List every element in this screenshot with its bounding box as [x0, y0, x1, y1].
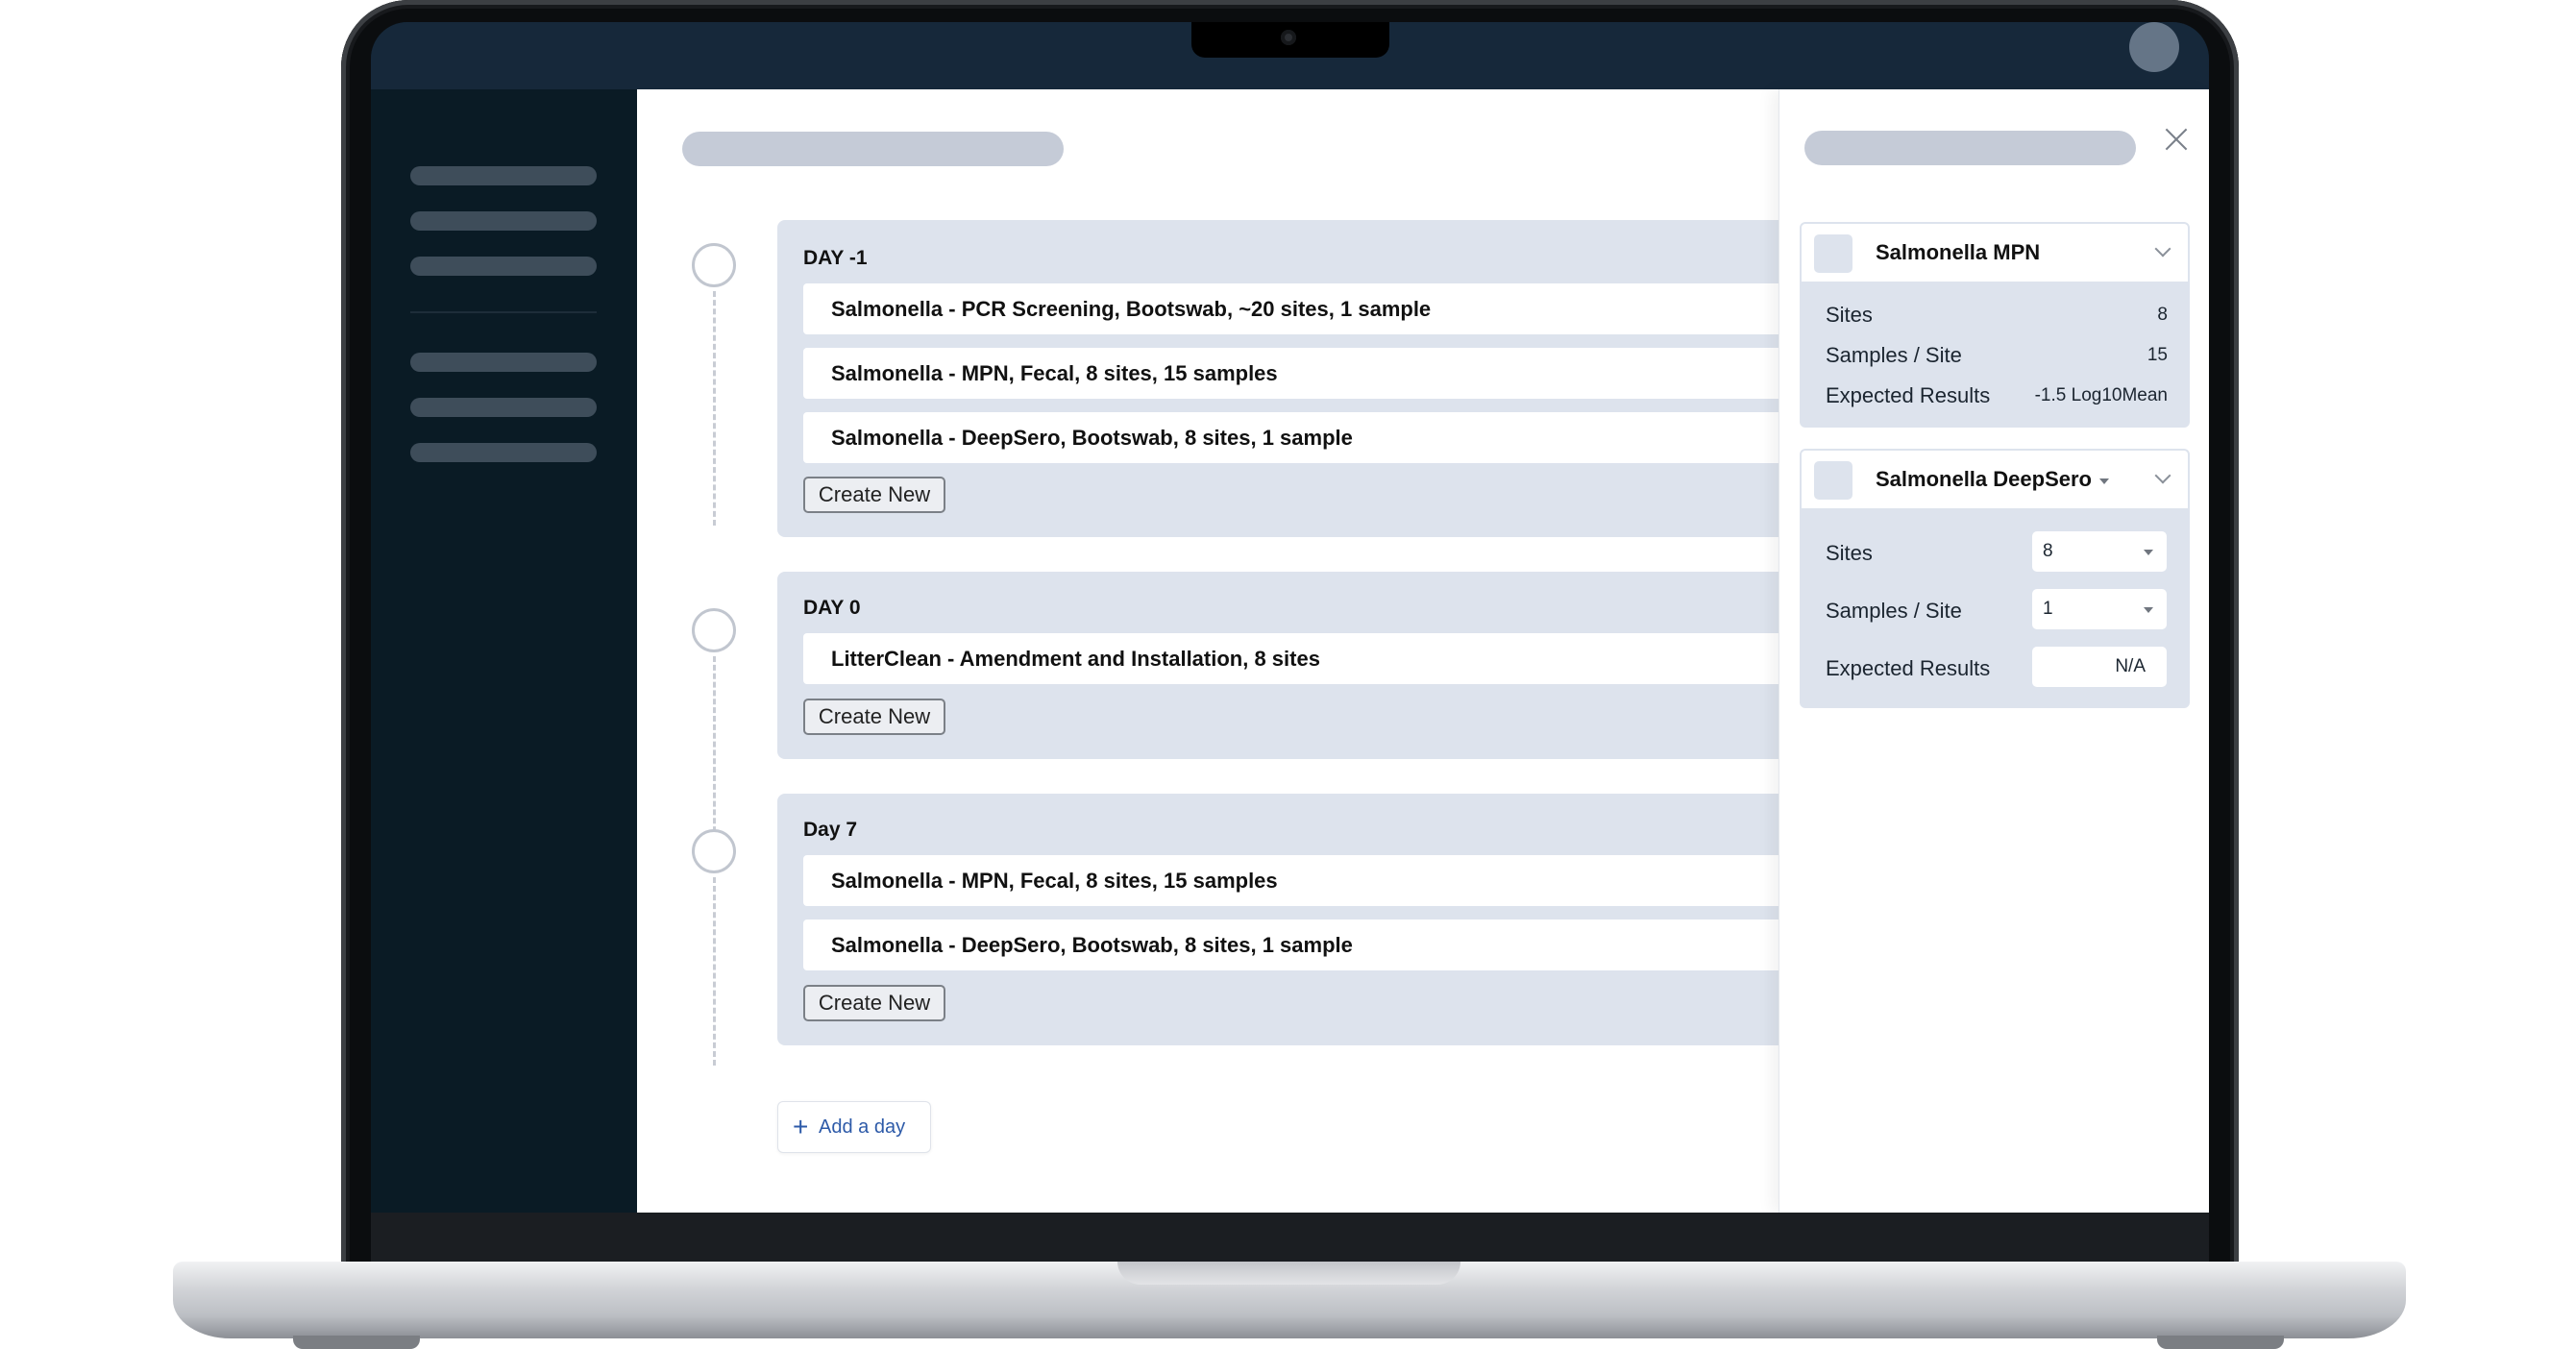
- sites-select-value: 8: [2043, 541, 2053, 561]
- detail-panel: Salmonella MPN Sites 8 Samples / Site 15…: [1779, 89, 2209, 1213]
- timeline-marker: [692, 829, 736, 873]
- plus-icon: +: [793, 1112, 809, 1141]
- sites-label: Sites: [1826, 303, 1873, 327]
- results-label: Expected Results: [1826, 383, 1991, 407]
- results-value: -1.5 Log10Mean: [2034, 385, 2168, 405]
- day-card: DAY -1 Salmonella - PCR Screening, Boots…: [777, 220, 1863, 537]
- assay-thumbnail: [1814, 461, 1852, 500]
- laptop-foot: [293, 1336, 420, 1349]
- sidebar-item-placeholder[interactable]: [410, 211, 597, 231]
- task-row[interactable]: LitterClean - Amendment and Installation…: [803, 633, 1863, 684]
- section-header[interactable]: Salmonella DeepSero: [1802, 451, 2188, 508]
- camera-icon: [1281, 30, 1296, 45]
- sidebar-divider: [410, 311, 597, 313]
- add-day-label: Add a day: [819, 1116, 906, 1138]
- sites-value: 8: [2157, 305, 2168, 325]
- task-row[interactable]: Salmonella - DeepSero, Bootswab, 8 sites…: [803, 920, 1863, 970]
- samples-value: 15: [2147, 345, 2168, 365]
- assay-section: Salmonella DeepSero Sites 8 Samples / Si…: [1800, 449, 2190, 708]
- sidebar-item-placeholder[interactable]: [410, 398, 597, 417]
- timeline-marker: [692, 243, 736, 287]
- laptop-screen: DAY -1 Salmonella - PCR Screening, Boots…: [371, 22, 2209, 1213]
- sites-label: Sites: [1826, 541, 1873, 565]
- samples-label: Samples / Site: [1826, 343, 1962, 367]
- task-row[interactable]: Salmonella - PCR Screening, Bootswab, ~2…: [803, 283, 1863, 334]
- chevron-down-icon[interactable]: [2154, 467, 2171, 484]
- section-title: Salmonella DeepSero: [1876, 467, 2092, 491]
- timeline-connector: [713, 656, 716, 841]
- create-new-button[interactable]: Create New: [803, 985, 945, 1021]
- close-icon[interactable]: [2164, 127, 2189, 152]
- avatar[interactable]: [2129, 22, 2179, 72]
- day-card: DAY 0 LitterClean - Amendment and Instal…: [777, 572, 1863, 759]
- section-title: Salmonella MPN: [1876, 240, 2041, 264]
- samples-select-value: 1: [2043, 599, 2053, 619]
- timeline-connector: [713, 291, 716, 526]
- day-title: DAY 0: [803, 597, 861, 619]
- caret-down-icon: [2144, 607, 2153, 613]
- sites-select[interactable]: 8: [2032, 531, 2167, 572]
- day-title: DAY -1: [803, 247, 868, 269]
- caret-down-icon[interactable]: [2099, 478, 2109, 484]
- day-title: Day 7: [803, 819, 858, 841]
- results-label: Expected Results: [1826, 656, 1991, 680]
- caret-down-icon: [2144, 550, 2153, 555]
- laptop-hinge: [371, 1213, 2209, 1263]
- sidebar-item-placeholder[interactable]: [410, 257, 597, 276]
- create-new-button[interactable]: Create New: [803, 477, 945, 513]
- chevron-down-icon[interactable]: [2154, 240, 2171, 258]
- samples-label: Samples / Site: [1826, 599, 1962, 623]
- sidebar-item-placeholder[interactable]: [410, 166, 597, 185]
- sidebar-item-placeholder[interactable]: [410, 443, 597, 462]
- panel-title-placeholder: [1804, 131, 2136, 165]
- samples-select[interactable]: 1: [2032, 589, 2167, 629]
- timeline-connector: [713, 877, 716, 1066]
- sidebar-item-placeholder[interactable]: [410, 353, 597, 372]
- sidebar: [371, 89, 637, 1213]
- day-card: Day 7 Salmonella - MPN, Fecal, 8 sites, …: [777, 794, 1863, 1045]
- add-day-button[interactable]: + Add a day: [777, 1101, 931, 1153]
- timeline-marker: [692, 608, 736, 652]
- task-row[interactable]: Salmonella - MPN, Fecal, 8 sites, 15 sam…: [803, 855, 1863, 906]
- assay-thumbnail: [1814, 234, 1852, 273]
- task-row[interactable]: Salmonella - DeepSero, Bootswab, 8 sites…: [803, 412, 1863, 463]
- laptop-foot: [2157, 1336, 2284, 1349]
- page-title-placeholder: [682, 132, 1064, 166]
- results-field: N/A: [2032, 647, 2167, 687]
- create-new-button[interactable]: Create New: [803, 699, 945, 735]
- laptop-base-notch: [1117, 1262, 1460, 1285]
- assay-section: Salmonella MPN Sites 8 Samples / Site 15…: [1800, 222, 2190, 428]
- task-row[interactable]: Salmonella - MPN, Fecal, 8 sites, 15 sam…: [803, 348, 1863, 399]
- section-header[interactable]: Salmonella MPN: [1802, 224, 2188, 282]
